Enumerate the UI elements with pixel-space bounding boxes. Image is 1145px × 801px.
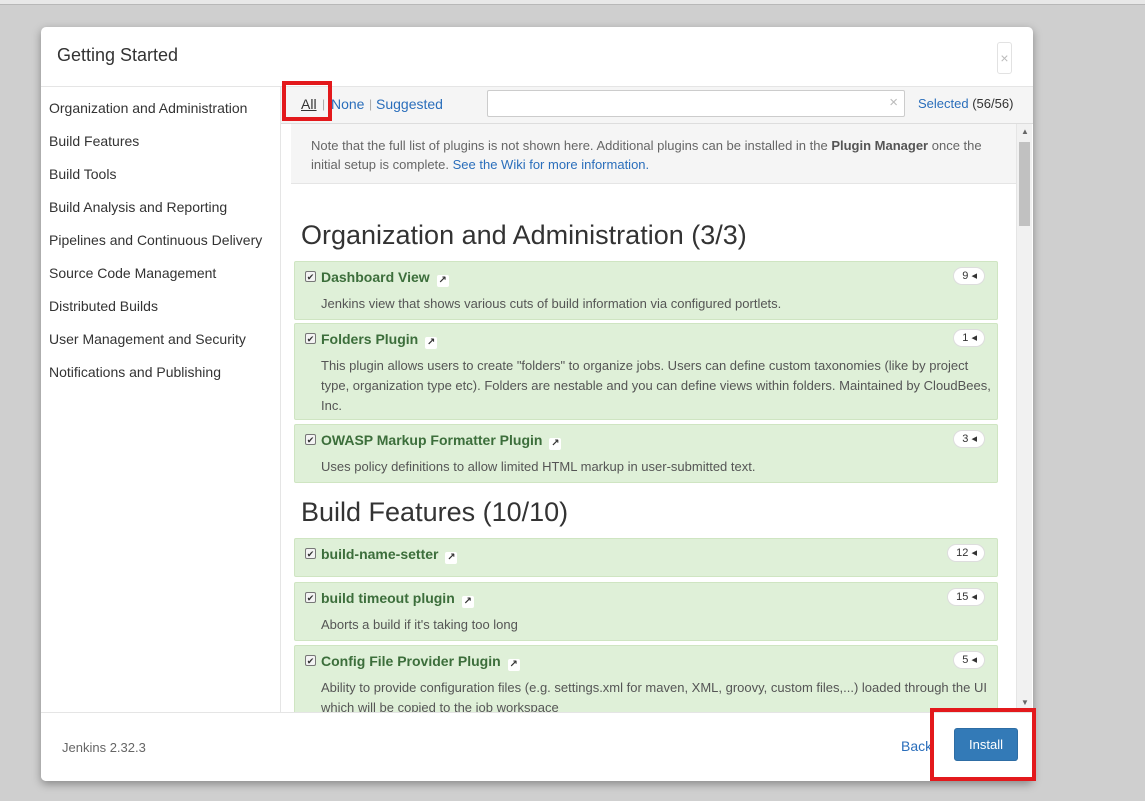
external-link-icon[interactable]: ↗ <box>507 659 520 671</box>
close-icon: × <box>1000 50 1009 66</box>
plugin-filter-bar: All | None | Suggested × Selected (56/56… <box>281 87 1033 124</box>
plugin-item-config-file-provider[interactable]: ✔ Config File Provider Plugin ↗ 5 ◂ Abili… <box>294 645 998 712</box>
selected-count: Selected (56/56) <box>918 96 1013 111</box>
checkbox-checked-icon[interactable]: ✔ <box>305 655 316 666</box>
plugin-name: build timeout plugin <box>321 590 455 606</box>
external-link-icon[interactable]: ↗ <box>445 552 458 564</box>
checkbox-checked-icon[interactable]: ✔ <box>305 592 316 603</box>
caret-left-icon: ◂ <box>971 332 977 344</box>
caret-left-icon: ◂ <box>971 591 977 603</box>
plugin-description: Ability to provide configuration files (… <box>321 680 987 712</box>
sidebar-item-notifications-publishing[interactable]: Notifications and Publishing <box>49 364 221 380</box>
external-link-icon[interactable]: ↗ <box>461 596 474 608</box>
scroll-up-icon[interactable]: ▲ <box>1021 127 1029 136</box>
external-link-icon[interactable]: ↗ <box>425 337 438 349</box>
clear-search-icon[interactable]: × <box>889 94 898 111</box>
wiki-link[interactable]: See the Wiki for more information. <box>453 157 650 172</box>
dependency-count-badge[interactable]: 5 ◂ <box>953 651 985 669</box>
sidebar-item-build-tools[interactable]: Build Tools <box>49 166 116 182</box>
plugin-name: OWASP Markup Formatter Plugin <box>321 432 543 448</box>
dependency-count: 12 <box>956 547 969 559</box>
external-link-icon[interactable]: ↗ <box>436 275 449 287</box>
plugin-name: build-name-setter <box>321 546 439 562</box>
checkbox-checked-icon[interactable]: ✔ <box>305 271 316 282</box>
plugin-list-scrollbar[interactable]: ▲ ▼ <box>1016 124 1032 712</box>
sidebar-item-organization-administration[interactable]: Organization and Administration <box>49 100 247 116</box>
plugin-name: Config File Provider Plugin <box>321 653 501 669</box>
plugin-description: Uses policy definitions to allow limited… <box>321 459 756 474</box>
scroll-down-icon[interactable]: ▼ <box>1021 698 1029 707</box>
dialog-footer: Jenkins 2.32.3 Back Install <box>41 712 1033 781</box>
plugin-item-dashboard-view[interactable]: ✔ Dashboard View ↗ 9 ◂ Jenkins view that … <box>294 261 998 320</box>
dependency-count: 1 <box>962 332 969 344</box>
note-text: Note that the full list of plugins is no… <box>311 138 832 153</box>
caret-left-icon: ◂ <box>971 654 977 666</box>
sidebar-item-build-analysis-reporting[interactable]: Build Analysis and Reporting <box>49 199 227 215</box>
checkbox-checked-icon[interactable]: ✔ <box>305 434 316 445</box>
sidebar-item-user-management-security[interactable]: User Management and Security <box>49 331 246 347</box>
plugin-name: Dashboard View <box>321 269 430 285</box>
plugin-item-build-timeout[interactable]: ✔ build timeout plugin ↗ 15 ◂ Aborts a bu… <box>294 582 998 641</box>
plugin-description: This plugin allows users to create "fold… <box>321 358 991 413</box>
sidebar-item-pipelines-continuous-delivery[interactable]: Pipelines and Continuous Delivery <box>49 232 262 248</box>
section-title-organization-administration: Organization and Administration (3/3) <box>301 220 747 250</box>
dependency-count-badge[interactable]: 1 ◂ <box>953 329 985 347</box>
plugin-list[interactable]: Note that the full list of plugins is no… <box>291 124 1016 712</box>
plugin-item-owasp-markup-formatter[interactable]: ✔ OWASP Markup Formatter Plugin ↗ 3 ◂ Use… <box>294 424 998 483</box>
dependency-count: 9 <box>962 270 969 282</box>
dialog-title: Getting Started <box>57 45 179 65</box>
highlight-frame-install <box>930 708 1036 781</box>
back-button[interactable]: Back <box>901 738 932 754</box>
plugin-item-folders-plugin[interactable]: ✔ Folders Plugin ↗ 1 ◂ This plugin allows… <box>294 323 998 420</box>
checkbox-checked-icon[interactable]: ✔ <box>305 548 316 559</box>
section-title-build-features: Build Features (10/10) <box>301 497 569 527</box>
dependency-count-badge[interactable]: 9 ◂ <box>953 267 985 285</box>
close-button[interactable]: × <box>997 42 1012 74</box>
checkbox-checked-icon[interactable]: ✔ <box>305 333 316 344</box>
getting-started-dialog: Getting Started × Organization and Admin… <box>41 27 1033 781</box>
selected-count-value: (56/56) <box>972 96 1014 111</box>
jenkins-version: Jenkins 2.32.3 <box>62 740 146 755</box>
browser-top-edge <box>0 0 1145 5</box>
dependency-count-badge[interactable]: 3 ◂ <box>953 430 985 448</box>
dialog-header: Getting Started × <box>41 27 1033 87</box>
filter-suggested-link[interactable]: Suggested <box>376 96 443 112</box>
sidebar-item-distributed-builds[interactable]: Distributed Builds <box>49 298 158 314</box>
external-link-icon[interactable]: ↗ <box>549 438 562 450</box>
plugin-description: Aborts a build if it's taking too long <box>321 617 518 632</box>
dependency-count: 3 <box>962 433 969 445</box>
caret-left-icon: ◂ <box>971 270 977 282</box>
category-sidebar: Organization and Administration Build Fe… <box>41 87 281 712</box>
sidebar-item-source-code-management[interactable]: Source Code Management <box>49 265 216 281</box>
caret-left-icon: ◂ <box>971 433 977 445</box>
caret-left-icon: ◂ <box>971 547 977 559</box>
dependency-count: 5 <box>962 654 969 666</box>
highlight-frame-all <box>282 81 332 121</box>
plugin-description: Jenkins view that shows various cuts of … <box>321 296 782 311</box>
plugin-manager-note: Note that the full list of plugins is no… <box>291 124 1016 184</box>
dependency-count-badge[interactable]: 12 ◂ <box>947 544 985 562</box>
dependency-count-badge[interactable]: 15 ◂ <box>947 588 985 606</box>
scrollbar-thumb[interactable] <box>1019 142 1030 226</box>
plugin-item-build-name-setter[interactable]: ✔ build-name-setter ↗ 12 ◂ <box>294 538 998 577</box>
selected-link[interactable]: Selected <box>918 96 969 111</box>
note-plugin-manager: Plugin Manager <box>831 138 929 153</box>
plugin-search-input[interactable]: × <box>487 90 905 117</box>
sidebar-item-build-features[interactable]: Build Features <box>49 133 139 149</box>
dependency-count: 15 <box>956 591 969 603</box>
plugin-name: Folders Plugin <box>321 331 419 347</box>
filter-none-link[interactable]: None <box>331 96 364 112</box>
filter-separator: | <box>369 97 373 111</box>
